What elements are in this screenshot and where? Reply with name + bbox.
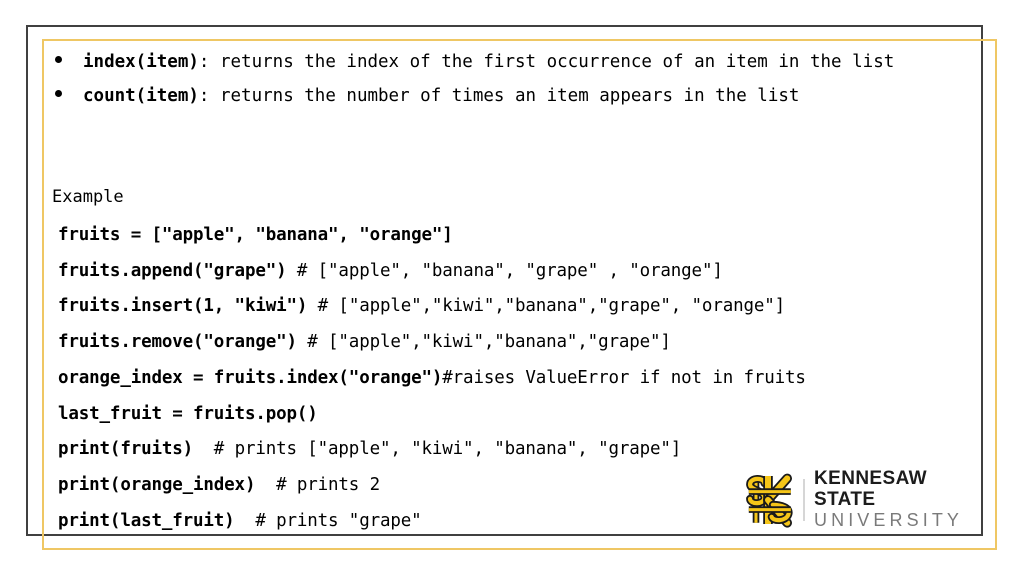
code-statement: print(fruits)	[58, 439, 204, 460]
code-statement: print(orange_index)	[58, 474, 266, 495]
code-comment: # ["apple", "banana", "grape" , "orange"…	[296, 260, 723, 281]
bullet-description: : returns the index of the first occurre…	[198, 52, 895, 72]
bullet-item-text: index(item): returns the index of the fi…	[83, 50, 972, 75]
code-comment: #raises ValueError if not in fruits	[442, 367, 806, 388]
list-item: count(item): returns the number of times…	[52, 84, 972, 109]
bullet-point-icon	[55, 56, 62, 63]
ksu-owl-monogram-icon	[737, 470, 799, 530]
bullet-description: : returns the number of times an item ap…	[198, 85, 800, 106]
slide-canvas: index(item): returns the index of the fi…	[0, 0, 1024, 576]
code-statement: fruits = ["apple", "banana", "orange"]	[58, 225, 453, 245]
code-statement: fruits.insert(1, "kiwi")	[58, 296, 318, 317]
code-line: orange_index = fruits.index("orange")#ra…	[58, 361, 1008, 397]
bullet-list: index(item): returns the index of the fi…	[52, 50, 972, 117]
university-logo: KENNESAW STATE UNIVERSITY	[737, 468, 974, 531]
bullet-point-icon	[55, 89, 62, 97]
bullet-method-name: count(item)	[83, 85, 199, 106]
code-statement: last_fruit = fruits.pop()	[58, 403, 318, 424]
logo-university-name: KENNESAW STATE	[814, 468, 927, 510]
bullet-method-name: index(item)	[83, 52, 199, 72]
code-comment: # prints "grape"	[244, 510, 422, 531]
code-statement: orange_index = fruits.index("orange")	[58, 367, 443, 388]
code-comment: # prints ["apple", "kiwi", "banana", "gr…	[203, 439, 682, 460]
code-line: last_fruit = fruits.pop()	[58, 397, 1008, 433]
code-statement: print(last_fruit)	[58, 510, 245, 531]
slide-content: index(item): returns the index of the fi…	[0, 0, 1024, 576]
example-heading: Example	[52, 187, 124, 207]
code-statement: fruits.remove("orange")	[58, 332, 308, 353]
code-statement: fruits.append("grape")	[58, 260, 297, 281]
bullet-item-text: count(item): returns the number of times…	[83, 84, 972, 109]
logo-wordmark: KENNESAW STATE UNIVERSITY	[814, 468, 974, 531]
code-line: fruits = ["apple", "banana", "orange"]	[58, 218, 1008, 254]
logo-divider	[803, 478, 805, 521]
code-line: fruits.append("grape") # ["apple", "bana…	[58, 254, 1008, 290]
list-item: index(item): returns the index of the fi…	[52, 50, 972, 75]
code-line: print(fruits) # prints ["apple", "kiwi",…	[58, 432, 1008, 468]
logo-university-subtitle: UNIVERSITY	[814, 510, 964, 530]
code-comment: # prints 2	[265, 474, 380, 495]
code-line: fruits.insert(1, "kiwi") # ["apple","kiw…	[58, 289, 1008, 325]
code-comment: # ["apple","kiwi","banana","grape", "ora…	[317, 296, 786, 317]
code-comment: # ["apple","kiwi","banana","grape"]	[307, 332, 671, 353]
code-line: fruits.remove("orange") # ["apple","kiwi…	[58, 325, 1008, 361]
